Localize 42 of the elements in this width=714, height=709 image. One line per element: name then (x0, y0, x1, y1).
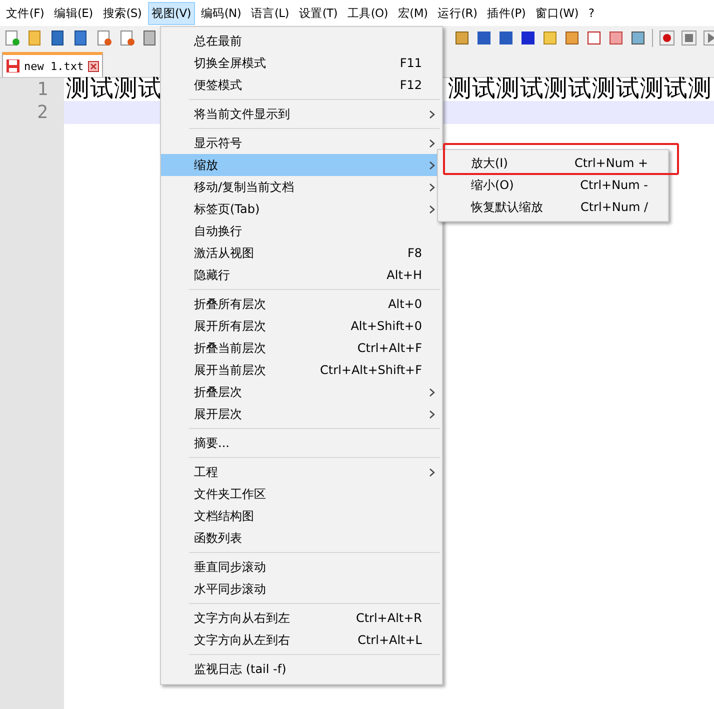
menu-item[interactable]: 折叠所有层次 Alt+0 (161, 293, 442, 315)
menu-item[interactable]: 函数列表 (161, 527, 442, 549)
menu-item[interactable]: 隐藏行 Alt+H (161, 264, 442, 286)
menu-item[interactable]: 文档结构图 (161, 505, 442, 527)
menu-item[interactable]: 展开所有层次 Alt+Shift+0 (161, 315, 442, 337)
menu-item[interactable]: 工程 (161, 461, 442, 483)
menu-item[interactable]: 将当前文件显示到 (161, 103, 442, 125)
menu-bar-item[interactable]: 搜索(S) (98, 2, 146, 24)
menu-bar-item[interactable]: 宏(M) (394, 2, 432, 24)
menu-bar-item[interactable]: 运行(R) (434, 2, 482, 24)
menu-bar-item[interactable]: 工具(O) (343, 2, 392, 24)
menu-item[interactable]: 监视日志 (tail -f) (161, 658, 442, 680)
menu-bar-item[interactable]: 文件(F) (2, 2, 48, 24)
menu-bar-item[interactable]: 语言(L) (247, 2, 293, 24)
menu-bar-item[interactable]: 编辑(E) (50, 2, 97, 24)
menu-bar-item[interactable]: 编码(N) (196, 2, 246, 24)
code-text: 测试测试 (66, 78, 162, 101)
menu-item[interactable]: 文字方向从右到左 Ctrl+Alt+R (161, 607, 442, 629)
menu-bar-item[interactable]: 插件(P) (483, 2, 530, 24)
menu-bar-item[interactable]: ? (584, 2, 598, 24)
menu-item[interactable]: 垂直同步滚动 (161, 556, 442, 578)
menu-item[interactable]: 切换全屏模式 F11 (161, 52, 442, 74)
menu-item[interactable]: 摘要... (161, 432, 442, 454)
menu-item[interactable]: 展开当前层次 Ctrl+Alt+Shift+F (161, 359, 442, 381)
menu-item[interactable]: 展开层次 (161, 403, 442, 425)
menu-item[interactable]: 文字方向从左到右 Ctrl+Alt+L (161, 629, 442, 651)
code-text: 测试测试测试测试测试测 (448, 78, 712, 101)
menu-bar-item[interactable]: 视图(V) (148, 2, 195, 24)
menu-item[interactable]: 激活从视图 F8 (161, 242, 442, 264)
file-tab[interactable]: new 1.txt (2, 52, 103, 77)
menu-item[interactable]: 显示符号 (161, 132, 442, 154)
menu-item[interactable]: 折叠层次 (161, 381, 442, 403)
line-number: 1 (37, 78, 48, 101)
menu-bar-item[interactable]: 窗口(W) (532, 2, 582, 24)
line-number: 2 (37, 101, 48, 124)
menu-item[interactable]: 自动换行 (161, 220, 442, 242)
menu-item[interactable]: 总在最前 (161, 30, 442, 52)
menu-item[interactable]: 水平同步滚动 (161, 578, 442, 600)
menu-item[interactable]: 便签模式 F12 (161, 74, 442, 96)
menu-bar-item[interactable]: 设置(T) (294, 2, 342, 24)
menu-item[interactable]: 折叠当前层次 Ctrl+Alt+F (161, 337, 442, 359)
menu-item[interactable]: 文件夹工作区 (161, 483, 442, 505)
